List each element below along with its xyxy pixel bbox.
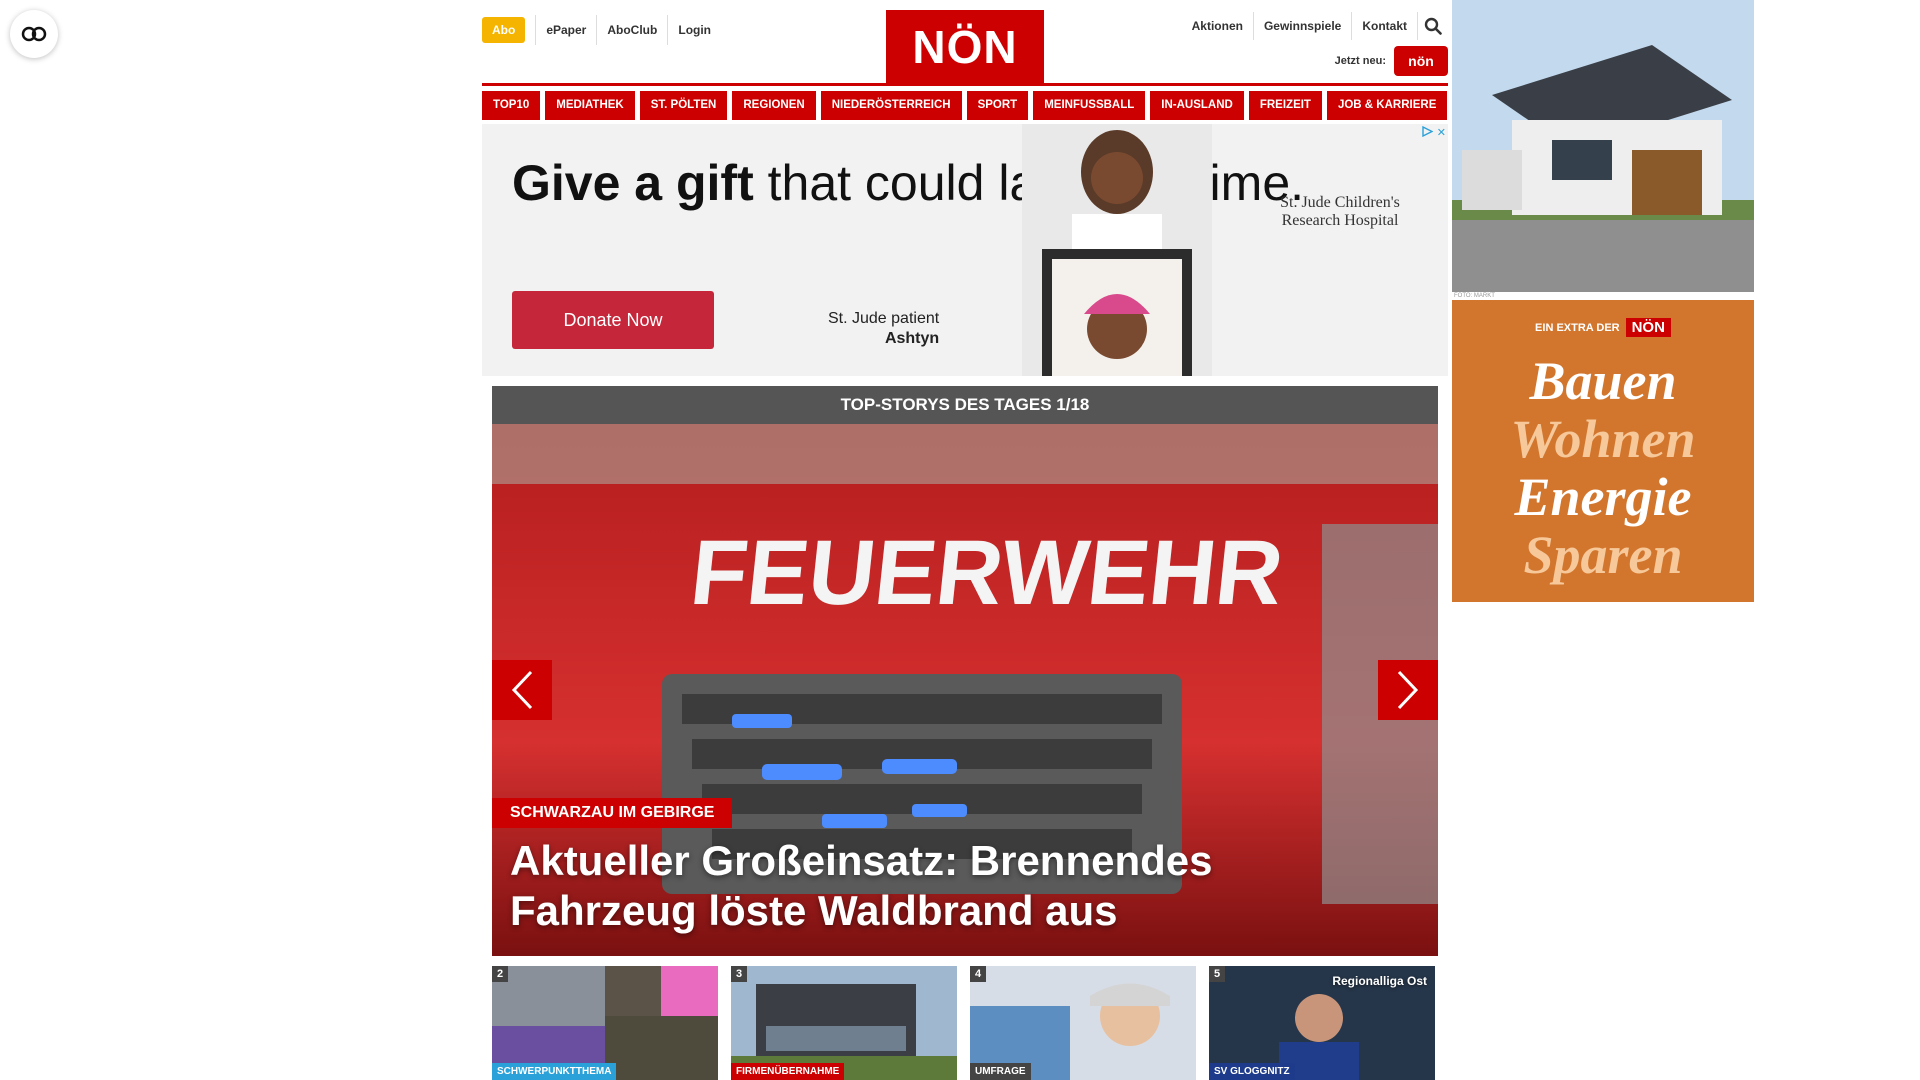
nav-item-st-poelten[interactable]: ST. PÖLTEN bbox=[639, 91, 728, 120]
ad-headline-bold: Give a gift bbox=[512, 155, 754, 211]
hero-story[interactable]: FEUERWEHR SCHWARZAU IM GEBIRGE Aktueller… bbox=[492, 424, 1438, 956]
nav-item-niederoesterreich[interactable]: NIEDERÖSTERREICH bbox=[820, 91, 962, 120]
rail-ad-word: Bauen bbox=[1529, 351, 1677, 411]
story-thumb-3[interactable]: 3 FIRMENÜBERNAHME bbox=[731, 966, 957, 1080]
aboclub-link[interactable]: AboClub bbox=[596, 15, 667, 45]
hero-kicker[interactable]: SCHWARZAU IM GEBIRGE bbox=[492, 798, 733, 828]
nav-item-mediathek[interactable]: MEDIATHEK bbox=[545, 91, 635, 120]
thumb-corner-label: Regionalliga Ost bbox=[1332, 974, 1427, 988]
rail-ad-extra: EIN EXTRA DER NÖN bbox=[1452, 318, 1754, 337]
carousel-next-button[interactable] bbox=[1378, 660, 1438, 720]
site-logo[interactable]: NÖN bbox=[886, 10, 1044, 84]
jetzt-neu-label: Jetzt neu: bbox=[1334, 55, 1386, 67]
rail-ad-words: Bauen Wohnen Energie Sparen bbox=[1452, 352, 1754, 584]
rail-ad-word: Energie bbox=[1514, 467, 1692, 527]
rail-ad-extra-brand: NÖN bbox=[1625, 318, 1671, 337]
ad-patient-photo bbox=[1022, 124, 1212, 376]
thumb-number: 3 bbox=[731, 966, 748, 982]
adchoices-icon[interactable] bbox=[1422, 126, 1433, 137]
donate-button[interactable]: Donate Now bbox=[512, 291, 714, 349]
nav-item-sport[interactable]: SPORT bbox=[966, 91, 1029, 120]
rail-ad-word: Wohnen bbox=[1510, 409, 1696, 469]
epaper-link[interactable]: ePaper bbox=[535, 15, 596, 45]
thumb-number: 5 bbox=[1209, 966, 1226, 982]
thumb-tag: SCHWERPUNKTTHEMA bbox=[492, 1063, 617, 1080]
st-jude-logo: St. Jude Children's Research Hospital bbox=[1280, 194, 1400, 229]
accessibility-button[interactable] bbox=[10, 10, 58, 58]
search-icon bbox=[1424, 17, 1442, 35]
story-thumb-4[interactable]: 4 UMFRAGE bbox=[970, 966, 1196, 1080]
thumb-number: 2 bbox=[492, 966, 509, 982]
login-link[interactable]: Login bbox=[667, 15, 721, 45]
carousel-prev-button[interactable] bbox=[492, 660, 552, 720]
story-thumb-2[interactable]: 2 SCHWERPUNKTTHEMA bbox=[492, 966, 718, 1080]
photo-credit: FOTO: MARKT bbox=[1454, 293, 1495, 299]
gewinnspiele-link[interactable]: Gewinnspiele bbox=[1254, 12, 1353, 40]
utility-nav-right: Aktionen Gewinnspiele Kontakt bbox=[1182, 12, 1448, 40]
story-thumb-5[interactable]: 5 Regionalliga Ost SV GLOGGNITZ bbox=[1209, 966, 1435, 1080]
nav-item-job-karriere[interactable]: JOB & KARRIERE bbox=[1326, 91, 1448, 120]
ad-patient-name: Ashtyn bbox=[884, 330, 940, 347]
utility-nav-left: Abo ePaper AboClub Login bbox=[482, 15, 721, 45]
accessibility-icon bbox=[21, 26, 47, 42]
ad-choices[interactable]: ✕ bbox=[1422, 126, 1446, 139]
rail-ad-word: Sparen bbox=[1523, 525, 1683, 585]
nav-item-in-ausland[interactable]: IN-AUSLAND bbox=[1150, 91, 1244, 120]
jetzt-neu[interactable]: Jetzt neu: nön bbox=[1335, 46, 1448, 76]
right-rail-ad-house[interactable] bbox=[1452, 0, 1754, 292]
search-button[interactable] bbox=[1418, 12, 1448, 40]
main-nav: TOP10 MEDIATHEK ST. PÖLTEN REGIONEN NIED… bbox=[482, 91, 1448, 120]
nav-item-freizeit[interactable]: FREIZEIT bbox=[1248, 91, 1322, 120]
rail-ad-extra-label: EIN EXTRA DER bbox=[1535, 321, 1620, 334]
nav-item-top10[interactable]: TOP10 bbox=[482, 91, 541, 120]
thumb-tag: FIRMENÜBERNAHME bbox=[731, 1063, 845, 1080]
right-rail-ad-bauen[interactable]: EIN EXTRA DER NÖN Bauen Wohnen Energie S… bbox=[1452, 300, 1754, 602]
ad-patient-caption: St. Jude patient Ashtyn bbox=[828, 309, 939, 349]
nav-item-meinfussball[interactable]: MEINFUSSBALL bbox=[1033, 91, 1146, 120]
ad-patient-line1: St. Jude patient bbox=[828, 310, 940, 327]
header-divider bbox=[482, 83, 1448, 86]
hero-image-text: FEUERWEHR bbox=[686, 520, 1288, 624]
jetzt-neu-badge[interactable]: nön bbox=[1394, 46, 1448, 76]
hero-headline[interactable]: Aktueller Großeinsatz: Brennendes Fahrze… bbox=[510, 836, 1390, 936]
kontakt-link[interactable]: Kontakt bbox=[1352, 12, 1418, 40]
thumb-tag: UMFRAGE bbox=[970, 1063, 1031, 1080]
top-stories-heading: TOP-STORYS DES TAGES 1/18 bbox=[492, 386, 1438, 424]
aktionen-link[interactable]: Aktionen bbox=[1182, 12, 1254, 40]
chevron-right-icon bbox=[1397, 670, 1419, 710]
ad-banner[interactable]: Give a gift that could last a lifetime. … bbox=[482, 124, 1448, 376]
abo-button[interactable]: Abo bbox=[482, 17, 526, 43]
site-header: Abo ePaper AboClub Login NÖN Aktionen Ge… bbox=[482, 0, 1448, 86]
thumb-tag: SV GLOGGNITZ bbox=[1209, 1063, 1295, 1080]
thumb-number: 4 bbox=[970, 966, 987, 982]
nav-item-regionen[interactable]: REGIONEN bbox=[732, 91, 816, 120]
ad-close-icon[interactable]: ✕ bbox=[1437, 126, 1446, 139]
story-thumbnails: 2 SCHWERPUNKTTHEMA 3 FIRMENÜBERNAHME 4 U… bbox=[492, 966, 1438, 1080]
house-image bbox=[1452, 0, 1754, 292]
chevron-left-icon bbox=[511, 670, 533, 710]
